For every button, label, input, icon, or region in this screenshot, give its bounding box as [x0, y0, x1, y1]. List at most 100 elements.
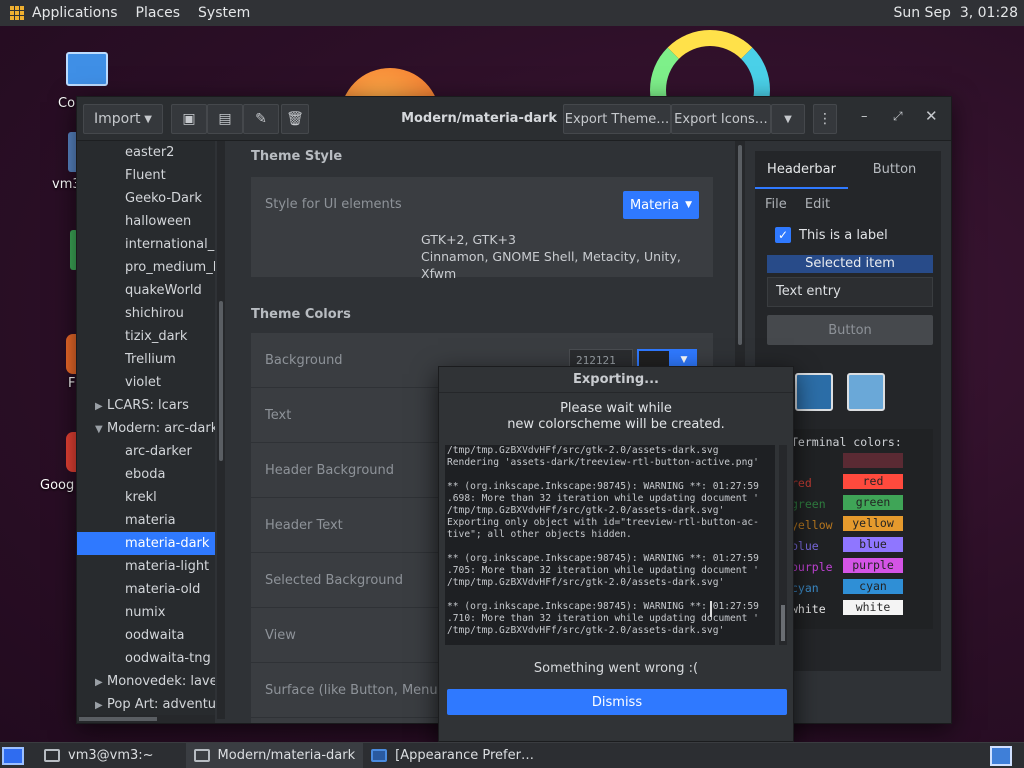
- theme-list-item[interactable]: tizix_dark: [77, 325, 215, 348]
- rename-button[interactable]: ✎: [243, 104, 279, 134]
- maximize-icon[interactable]: ⤢: [893, 109, 909, 129]
- theme-list-item[interactable]: Trellium: [77, 348, 215, 371]
- theme-list-item[interactable]: materia-light: [77, 555, 215, 578]
- log-scrollbar[interactable]: [779, 445, 787, 645]
- task-terminal[interactable]: vm3@vm3:~: [36, 743, 162, 768]
- dismiss-button[interactable]: Dismiss: [447, 689, 787, 715]
- log-line: /tmp/tmp.GzBXVdvHFf/src/gtk-2.0/assets-d…: [447, 625, 725, 636]
- theme-list-item[interactable]: oodwaita-tng: [77, 647, 215, 670]
- theme-list-item-label: arc-darker: [125, 444, 192, 459]
- theme-list-scrollbar[interactable]: [217, 141, 225, 719]
- preview-text-entry[interactable]: Text entry: [767, 277, 933, 307]
- theme-list-item[interactable]: pro_medium_l: [77, 256, 215, 279]
- log-line: ** (org.inkscape.Inkscape:98745): WARNIN…: [447, 601, 759, 612]
- export-log[interactable]: /tmp/tmp.GzBXVdvHFf/src/gtk-2.0/assets-d…: [445, 445, 775, 645]
- save-button[interactable]: ▣: [171, 104, 207, 134]
- theme-list-item[interactable]: eboda: [77, 463, 215, 486]
- export-menu-button[interactable]: ▼: [771, 104, 805, 134]
- show-desktop-icon[interactable]: [2, 746, 24, 765]
- theme-list-item[interactable]: halloween: [77, 210, 215, 233]
- applications-icon[interactable]: [10, 6, 24, 20]
- task-appearance[interactable]: [Appearance Prefer…: [363, 743, 542, 768]
- theme-list-hscrollbar[interactable]: [77, 715, 215, 723]
- theme-list-item[interactable]: ▼ Modern: arc-dark: [77, 417, 215, 440]
- app-menu-button[interactable]: ⋮: [813, 104, 837, 134]
- minimize-icon[interactable]: –: [861, 109, 877, 129]
- theme-list-item[interactable]: Geeko-Dark: [77, 187, 215, 210]
- log-line: ** (org.inkscape.Inkscape:98745): WARNIN…: [447, 553, 759, 564]
- theme-list-item[interactable]: easter2: [77, 141, 215, 164]
- terminal-color-row: white white: [791, 600, 931, 618]
- delete-button[interactable]: 🗑: [281, 104, 309, 134]
- clock[interactable]: Sun Sep 3, 01:28: [893, 5, 1018, 21]
- terminal-color-swatch: yellow: [843, 516, 903, 531]
- preview-checkbox[interactable]: ✓ This is a label: [775, 227, 888, 243]
- terminal-color-row: cyan cyan: [791, 579, 931, 597]
- style-label: Style for UI elements: [265, 197, 402, 212]
- style-combo[interactable]: Materia ▼: [623, 191, 699, 219]
- log-line: ** (org.inkscape.Inkscape:98745): WARNIN…: [447, 481, 759, 492]
- theme-list-item-label: materia-light: [125, 559, 210, 574]
- theme-list-item[interactable]: ▶ Pop Art: adventur: [77, 693, 215, 715]
- theme-colors-heading: Theme Colors: [251, 307, 351, 322]
- save-as-button[interactable]: ▤: [207, 104, 243, 134]
- theme-list-item[interactable]: arc-darker: [77, 440, 215, 463]
- theme-list-item[interactable]: krekl: [77, 486, 215, 509]
- save-as-icon: ▤: [218, 111, 232, 127]
- menu-file[interactable]: File: [765, 197, 787, 212]
- menu-edit[interactable]: Edit: [805, 197, 830, 212]
- import-button[interactable]: Import ▼: [83, 104, 163, 134]
- theme-list-item[interactable]: ▶ LCARS: lcars: [77, 394, 215, 417]
- menu-applications[interactable]: Applications: [32, 5, 118, 21]
- theme-list-item[interactable]: materia-old: [77, 578, 215, 601]
- theme-list-item[interactable]: quakeWorld: [77, 279, 215, 302]
- task-oomox[interactable]: Modern/materia-dark: [185, 742, 364, 768]
- tab-headerbar[interactable]: Headerbar: [755, 151, 848, 189]
- theme-list-item[interactable]: shichirou: [77, 302, 215, 325]
- log-line: /tmp/tmp.GzBXVdvHFf/src/gtk-2.0/assets-d…: [447, 445, 719, 456]
- expander-open-icon[interactable]: ▼: [95, 418, 107, 440]
- terminal-color-text: purple: [791, 560, 833, 574]
- close-icon[interactable]: ✕: [925, 107, 941, 127]
- log-line: .698: More than 32 iteration while updat…: [447, 493, 759, 504]
- log-line: Exporting only object with id="treeview-…: [447, 517, 759, 528]
- menu-system[interactable]: System: [198, 5, 250, 21]
- menu-places[interactable]: Places: [136, 5, 181, 21]
- expander-closed-icon[interactable]: ▶: [95, 395, 107, 417]
- chevron-down-icon: ▼: [685, 200, 693, 210]
- task-label: vm3@vm3:~: [68, 748, 154, 763]
- theme-list-item[interactable]: numix: [77, 601, 215, 624]
- theme-list-item-label: eboda: [125, 467, 166, 482]
- workspace-switcher-icon[interactable]: [990, 745, 1012, 766]
- preview-menubar: File Edit: [765, 197, 844, 212]
- desktop-icon-label: F: [68, 376, 76, 391]
- theme-list-item[interactable]: materia-dark: [77, 532, 215, 555]
- checkmark-icon: ✓: [775, 227, 791, 243]
- theme-list-item[interactable]: materia: [77, 509, 215, 532]
- theme-list-item[interactable]: international_a: [77, 233, 215, 256]
- style-row: Style for UI elements Materia ▼: [251, 177, 713, 232]
- preview-icons: [795, 373, 885, 411]
- checkbox-label: This is a label: [799, 227, 888, 243]
- file-manager-icon: [847, 373, 885, 411]
- expander-closed-icon[interactable]: ▶: [95, 694, 107, 715]
- terminal-title: Terminal colors:: [791, 435, 902, 449]
- tab-button[interactable]: Button: [848, 151, 941, 189]
- dialog-message-line: new colorscheme will be created.: [507, 417, 725, 432]
- theme-list: easter2 Fluent Geeko-Dark halloween internat…: [77, 141, 215, 715]
- support-line: GTK+2, GTK+3: [421, 232, 516, 247]
- expander-closed-icon[interactable]: ▶: [95, 671, 107, 693]
- export-theme-button[interactable]: Export Theme…: [563, 104, 671, 134]
- terminal-color-swatch: [843, 453, 903, 468]
- theme-list-item[interactable]: violet: [77, 371, 215, 394]
- color-option-label: Selected Background: [265, 573, 404, 588]
- computer-icon[interactable]: [66, 52, 108, 86]
- theme-list-item-label: oodwaita-tng: [125, 651, 211, 666]
- theme-list-item[interactable]: oodwaita: [77, 624, 215, 647]
- theme-list-item[interactable]: Fluent: [77, 164, 215, 187]
- theme-list-item[interactable]: ▶ Monovedek: laver: [77, 670, 215, 693]
- selected-item[interactable]: Selected item: [767, 255, 933, 273]
- preview-button[interactable]: Button: [767, 315, 933, 345]
- export-icons-button[interactable]: Export Icons…: [671, 104, 771, 134]
